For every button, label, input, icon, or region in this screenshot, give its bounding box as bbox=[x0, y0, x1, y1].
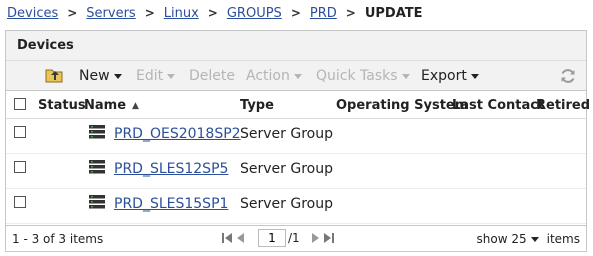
breadcrumb-linux[interactable]: Linux bbox=[164, 6, 199, 21]
delete-label: Delete bbox=[189, 68, 235, 84]
breadcrumb: Devices > Servers > Linux > GROUPS > PRD… bbox=[7, 3, 423, 23]
edit-menu-button[interactable]: Edit bbox=[136, 68, 176, 84]
device-type: Server Group bbox=[240, 161, 333, 177]
column-header-status[interactable]: Status bbox=[38, 98, 86, 113]
first-page-icon[interactable] bbox=[220, 229, 234, 247]
page-size-value: 25 bbox=[511, 232, 527, 246]
quick-tasks-menu-button[interactable]: Quick Tasks bbox=[316, 68, 410, 84]
page-number-input[interactable] bbox=[258, 229, 286, 247]
delete-button[interactable]: Delete bbox=[189, 68, 235, 84]
column-header-last-contact[interactable]: Last Contact bbox=[452, 98, 544, 113]
panel-title: Devices bbox=[6, 31, 586, 61]
refresh-icon[interactable] bbox=[559, 67, 577, 85]
row-checkbox[interactable] bbox=[14, 196, 26, 208]
total-pages: /1 bbox=[288, 231, 300, 245]
device-name-link[interactable]: PRD_SLES12SP5 bbox=[114, 161, 228, 177]
column-header-retired[interactable]: Retired bbox=[536, 98, 590, 113]
row-checkbox[interactable] bbox=[14, 126, 26, 138]
show-label: show bbox=[476, 232, 508, 246]
action-label: Action bbox=[246, 68, 290, 84]
server-group-icon bbox=[89, 125, 105, 139]
folder-up-icon[interactable] bbox=[45, 67, 63, 83]
pagination: /1 bbox=[220, 229, 336, 247]
device-name-link[interactable]: PRD_OES2018SP2 bbox=[114, 126, 241, 142]
column-header-os[interactable]: Operating System bbox=[336, 98, 468, 113]
chevron-right-icon: > bbox=[345, 6, 356, 20]
caret-down-icon bbox=[401, 73, 410, 79]
column-header-name[interactable]: Name ▲ bbox=[84, 98, 139, 113]
select-all-checkbox[interactable] bbox=[14, 98, 26, 110]
table-row: PRD_SLES15SP1 Server Group bbox=[6, 189, 586, 224]
table-header: Status Name ▲ Type Operating System Last … bbox=[6, 91, 590, 119]
breadcrumb-prd[interactable]: PRD bbox=[310, 6, 337, 21]
server-group-icon bbox=[89, 160, 105, 174]
items-label: items bbox=[546, 232, 580, 246]
action-menu-button[interactable]: Action bbox=[246, 68, 302, 84]
column-header-type[interactable]: Type bbox=[240, 98, 274, 113]
export-label: Export bbox=[421, 68, 467, 84]
previous-page-icon[interactable] bbox=[234, 229, 248, 247]
caret-down-icon bbox=[293, 73, 302, 79]
chevron-right-icon: > bbox=[144, 6, 155, 20]
toolbar: New Edit Delete Action Quick Tasks Expor… bbox=[6, 61, 586, 91]
edit-label: Edit bbox=[136, 68, 164, 84]
column-header-name-label: Name bbox=[84, 98, 127, 113]
table-row: PRD_OES2018SP2 Server Group bbox=[6, 119, 586, 154]
item-count: 1 - 3 of 3 items bbox=[12, 232, 104, 246]
chevron-right-icon: > bbox=[67, 6, 78, 20]
device-type: Server Group bbox=[240, 126, 333, 142]
server-group-icon bbox=[89, 195, 105, 209]
device-type: Server Group bbox=[240, 196, 333, 212]
quick-tasks-label: Quick Tasks bbox=[316, 68, 398, 84]
row-checkbox[interactable] bbox=[14, 161, 26, 173]
breadcrumb-current: UPDATE bbox=[364, 5, 423, 21]
caret-down-icon bbox=[470, 73, 479, 79]
table-row: PRD_SLES12SP5 Server Group bbox=[6, 154, 586, 189]
new-menu-button[interactable]: New bbox=[79, 68, 122, 84]
breadcrumb-devices[interactable]: Devices bbox=[7, 6, 58, 21]
new-label: New bbox=[79, 68, 110, 84]
caret-down-icon bbox=[167, 73, 176, 79]
chevron-right-icon: > bbox=[207, 6, 218, 20]
export-menu-button[interactable]: Export bbox=[421, 68, 479, 84]
device-name-link[interactable]: PRD_SLES15SP1 bbox=[114, 196, 228, 212]
caret-down-icon bbox=[113, 73, 122, 79]
caret-down-icon bbox=[530, 236, 539, 242]
last-page-icon[interactable] bbox=[322, 229, 336, 247]
chevron-right-icon: > bbox=[290, 6, 301, 20]
next-page-icon[interactable] bbox=[308, 229, 322, 247]
table-footer: 1 - 3 of 3 items /1 show 25 items bbox=[6, 225, 586, 251]
sort-ascending-icon: ▲ bbox=[132, 101, 139, 111]
page-size-selector[interactable]: show 25 items bbox=[477, 232, 581, 246]
devices-panel: Devices New Edit Delete Action Quick Tas… bbox=[5, 30, 590, 252]
breadcrumb-groups[interactable]: GROUPS bbox=[227, 6, 282, 21]
breadcrumb-servers[interactable]: Servers bbox=[86, 6, 135, 21]
